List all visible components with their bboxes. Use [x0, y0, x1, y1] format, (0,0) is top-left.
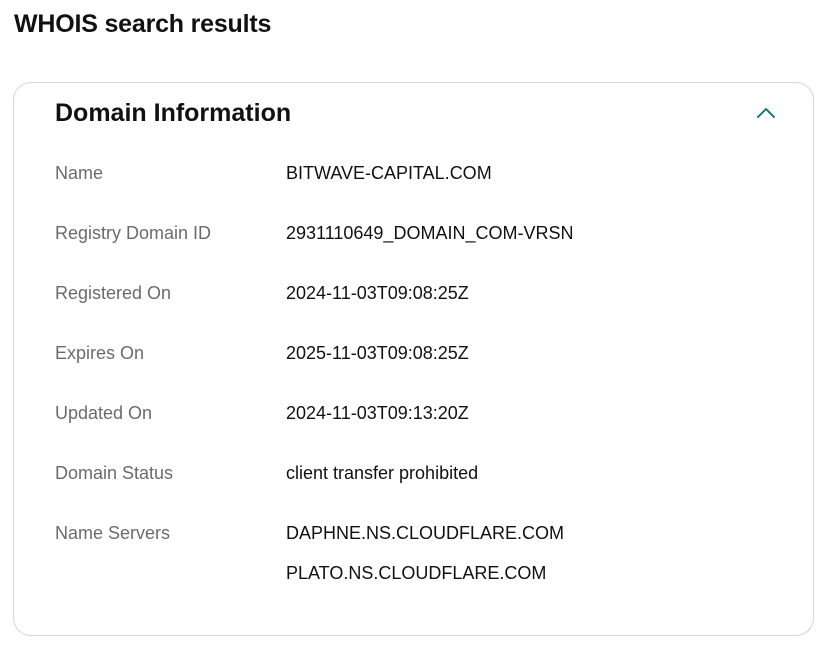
info-row-domain-status: Domain Status client transfer prohibited	[55, 461, 795, 521]
info-row-updated-on: Updated On 2024-11-03T09:13:20Z	[55, 401, 795, 461]
expires-on-label: Expires On	[55, 343, 145, 363]
name-value: BITWAVE-CAPITAL.COM	[286, 163, 492, 183]
chevron-up-icon	[757, 108, 775, 118]
card-header[interactable]: Domain Information	[55, 97, 775, 129]
domain-information-card: Domain Information Name BITWAVE-CAPITAL.…	[13, 82, 814, 636]
info-row-name-servers: Name Servers DAPHNE.NS.CLOUDFLARE.COM PL…	[55, 521, 795, 585]
registry-domain-id-label: Registry Domain ID	[55, 223, 212, 243]
info-row-name: Name BITWAVE-CAPITAL.COM	[55, 161, 795, 221]
info-row-registry-domain-id: Registry Domain ID 2931110649_DOMAIN_COM…	[55, 221, 795, 281]
info-row-registered-on: Registered On 2024-11-03T09:08:25Z	[55, 281, 795, 341]
info-row-expires-on: Expires On 2025-11-03T09:08:25Z	[55, 341, 795, 401]
name-servers-label: Name Servers	[55, 523, 171, 543]
name-server-item: PLATO.NS.CLOUDFLARE.COM	[286, 563, 547, 583]
domain-info-list: Name BITWAVE-CAPITAL.COM Registry Domain…	[55, 161, 795, 585]
domain-status-value: client transfer prohibited	[286, 463, 479, 483]
registered-on-value: 2024-11-03T09:08:25Z	[286, 283, 469, 303]
expires-on-value: 2025-11-03T09:08:25Z	[286, 343, 469, 363]
updated-on-label: Updated On	[55, 403, 153, 423]
updated-on-value: 2024-11-03T09:13:20Z	[286, 403, 469, 423]
page-title: WHOIS search results	[14, 10, 272, 38]
registry-domain-id-value: 2931110649_DOMAIN_COM-VRSN	[286, 223, 574, 243]
name-server-item: DAPHNE.NS.CLOUDFLARE.COM	[286, 523, 565, 543]
card-title: Domain Information	[55, 98, 292, 127]
registered-on-label: Registered On	[55, 283, 172, 303]
collapse-button[interactable]	[750, 97, 782, 129]
domain-status-label: Domain Status	[55, 463, 174, 483]
name-servers-list: DAPHNE.NS.CLOUDFLARE.COM PLATO.NS.CLOUDF…	[286, 521, 564, 585]
name-label: Name	[55, 163, 104, 183]
